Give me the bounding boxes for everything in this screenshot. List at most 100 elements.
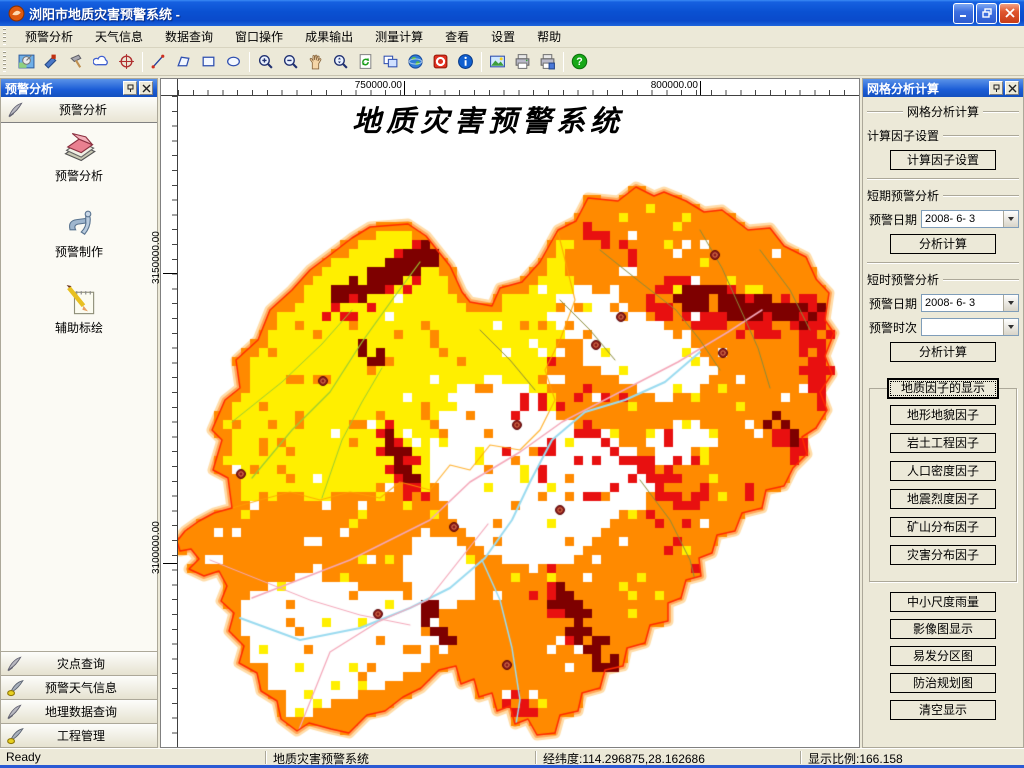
toolbar-button-print[interactable] [511, 50, 534, 73]
factor-button-2[interactable]: 岩土工程因子 [890, 433, 996, 453]
factor-button-1[interactable]: 地形地貌因子 [890, 405, 996, 425]
toolbar-button-info[interactable] [454, 50, 477, 73]
close-button[interactable] [999, 2, 1020, 24]
toolbar-button-zoom-in[interactable] [254, 50, 277, 73]
toolbar-separator [142, 51, 143, 72]
toolbar-button-ellipse[interactable] [222, 50, 245, 73]
warning-analysis-panel: 预警分析 预警分析 预警分析预警制作辅助标绘 灾点查询预警天气信息地理数据查询工… [0, 78, 158, 748]
menu-bar: 预警分析 天气信息 数据查询 窗口操作 成果输出 测量计算 查看 设置 帮助 [0, 26, 1024, 48]
combo-warning-date[interactable]: 2008- 6- 3 [921, 294, 1019, 312]
menu-item-4[interactable]: 窗口操作 [224, 26, 294, 47]
toolbar-button-line[interactable] [147, 50, 170, 73]
left-panel-item-2[interactable]: 预警制作 [55, 205, 103, 260]
left-panel-close-button[interactable] [139, 81, 153, 95]
toolbar-button-map-image[interactable] [486, 50, 509, 73]
toolbar-button-target[interactable] [115, 50, 138, 73]
factor-button-6[interactable]: 灾害分布因子 [890, 545, 996, 565]
combo-value: 2008- 6- 3 [925, 297, 976, 309]
field-row: 预警日期 2008- 6- 3 [869, 294, 1019, 312]
combo-dropdown-arrow[interactable] [1003, 319, 1018, 335]
help-icon: ? [571, 53, 588, 70]
right-panel-pin-button[interactable] [989, 81, 1003, 95]
left-panel-caption: 预警分析 [1, 79, 157, 97]
app-icon [8, 5, 25, 21]
menu-item-2[interactable]: 天气信息 [84, 26, 154, 47]
factor-button-5[interactable]: 矿山分布因子 [890, 517, 996, 537]
menu-grip[interactable] [3, 28, 11, 45]
factor-button-4[interactable]: 地震烈度因子 [890, 489, 996, 509]
zoom-in-icon [258, 54, 273, 69]
toolbar-button-globe[interactable] [404, 50, 427, 73]
toolbar-button-print-setup[interactable] [536, 50, 559, 73]
factor-button-3[interactable]: 人口密度因子 [890, 461, 996, 481]
left-panel-title: 预警分析 [5, 81, 54, 96]
toolbar-button-refresh[interactable] [354, 50, 377, 73]
toolbar-button-layers[interactable] [379, 50, 402, 73]
target-icon [119, 54, 134, 69]
layer-button-1[interactable]: 中小尺度雨量 [890, 592, 996, 612]
left-panel-bottom-item-3[interactable]: 地理数据查询 [1, 699, 157, 723]
button-factor-settings[interactable]: 计算因子设置 [890, 150, 996, 170]
left-panel-bottom-item-1[interactable]: 灾点查询 [1, 651, 157, 675]
combo-dropdown-arrow[interactable] [1003, 211, 1018, 227]
right-panel-header: 网格分析计算 [867, 103, 1020, 120]
menu-item-8[interactable]: 设置 [480, 26, 526, 47]
left-panel-bottom-item-2[interactable]: 预警天气信息 [1, 675, 157, 699]
left-panel-item-3[interactable]: 辅助标绘 [55, 281, 103, 336]
menu-item-7[interactable]: 查看 [434, 26, 480, 47]
layer-button-4[interactable]: 防治规划图 [890, 673, 996, 693]
layer-button-3[interactable]: 易发分区图 [890, 646, 996, 666]
window-title: 浏阳市地质灾害预警系统 - [29, 6, 180, 22]
toolbar-button-polygon[interactable] [172, 50, 195, 73]
combo-warning-date[interactable]: 2008- 6- 3 [921, 210, 1019, 228]
toolbar-button-pan[interactable] [304, 50, 327, 73]
button-analysis-calc-1[interactable]: 分析计算 [890, 234, 996, 254]
menu-item-3[interactable]: 数据查询 [154, 26, 224, 47]
left-panel-bottom-item-4[interactable]: 工程管理 [1, 723, 157, 747]
menu-item-1[interactable]: 预警分析 [14, 26, 84, 47]
toolbar-button-hammer[interactable] [65, 50, 88, 73]
layer-button-2[interactable]: 影像图显示 [890, 619, 996, 639]
vertical-ruler: 3150000.00 3100000.00 [151, 96, 178, 747]
toolbar-button-zoom-out[interactable] [279, 50, 302, 73]
button-analysis-calc-2[interactable]: 分析计算 [890, 342, 996, 362]
toolbar-button-stop[interactable] [429, 50, 452, 73]
toolbar-button-stamp[interactable] [40, 50, 63, 73]
menu-item-9[interactable]: 帮助 [526, 26, 572, 47]
left-panel-header[interactable]: 预警分析 [1, 97, 157, 123]
left-panel-bottom-item-label: 工程管理 [56, 729, 105, 743]
field-label: 预警日期 [869, 296, 918, 311]
print-setup-icon [540, 54, 555, 70]
left-panel-bottom-item-label: 地理数据查询 [44, 705, 117, 719]
ruler-major-tick [404, 81, 405, 95]
toolbar-button-analyze[interactable] [15, 50, 38, 73]
stamp-icon [44, 54, 57, 69]
pan-icon [309, 54, 322, 70]
analyze-icon [18, 54, 35, 69]
menu-item-5[interactable]: 成果输出 [294, 26, 364, 47]
toolbar-button-help[interactable]: ? [568, 50, 591, 73]
app-window: { "window": { "title": "浏阳市地质灾害预警系统 -" }… [0, 0, 1024, 768]
toolbar-button-zoom-extent[interactable] [329, 50, 352, 73]
layer-button-5[interactable]: 清空显示 [890, 700, 996, 720]
cloud-icon [93, 55, 108, 66]
toolbar-button-rectangle[interactable] [197, 50, 220, 73]
factor-display-header-button[interactable]: 地质因子的显示 [887, 378, 999, 399]
ruler-major-tick [163, 273, 177, 274]
stop-icon [433, 54, 448, 69]
status-ready: Ready [6, 750, 41, 764]
combo-warning-time[interactable] [921, 318, 1019, 336]
restore-button[interactable] [976, 2, 997, 24]
right-panel-body: 网格分析计算 计算因子设置 计算因子设置 短期预警分析 预警日期 2008- 6- 3分… [863, 97, 1023, 747]
minimize-button[interactable] [953, 2, 974, 24]
left-panel-item-1[interactable]: 预警分析 [55, 129, 103, 184]
layers-icon [383, 55, 398, 68]
map-canvas[interactable] [178, 96, 859, 747]
combo-dropdown-arrow[interactable] [1003, 295, 1018, 311]
left-panel-bottom-item-label: 灾点查询 [56, 657, 105, 671]
right-panel-close-button[interactable] [1005, 81, 1019, 95]
toolbar-grip[interactable] [3, 50, 11, 73]
toolbar-button-cloud[interactable] [90, 50, 113, 73]
left-panel-pin-button[interactable] [123, 81, 137, 95]
menu-item-6[interactable]: 测量计算 [364, 26, 434, 47]
